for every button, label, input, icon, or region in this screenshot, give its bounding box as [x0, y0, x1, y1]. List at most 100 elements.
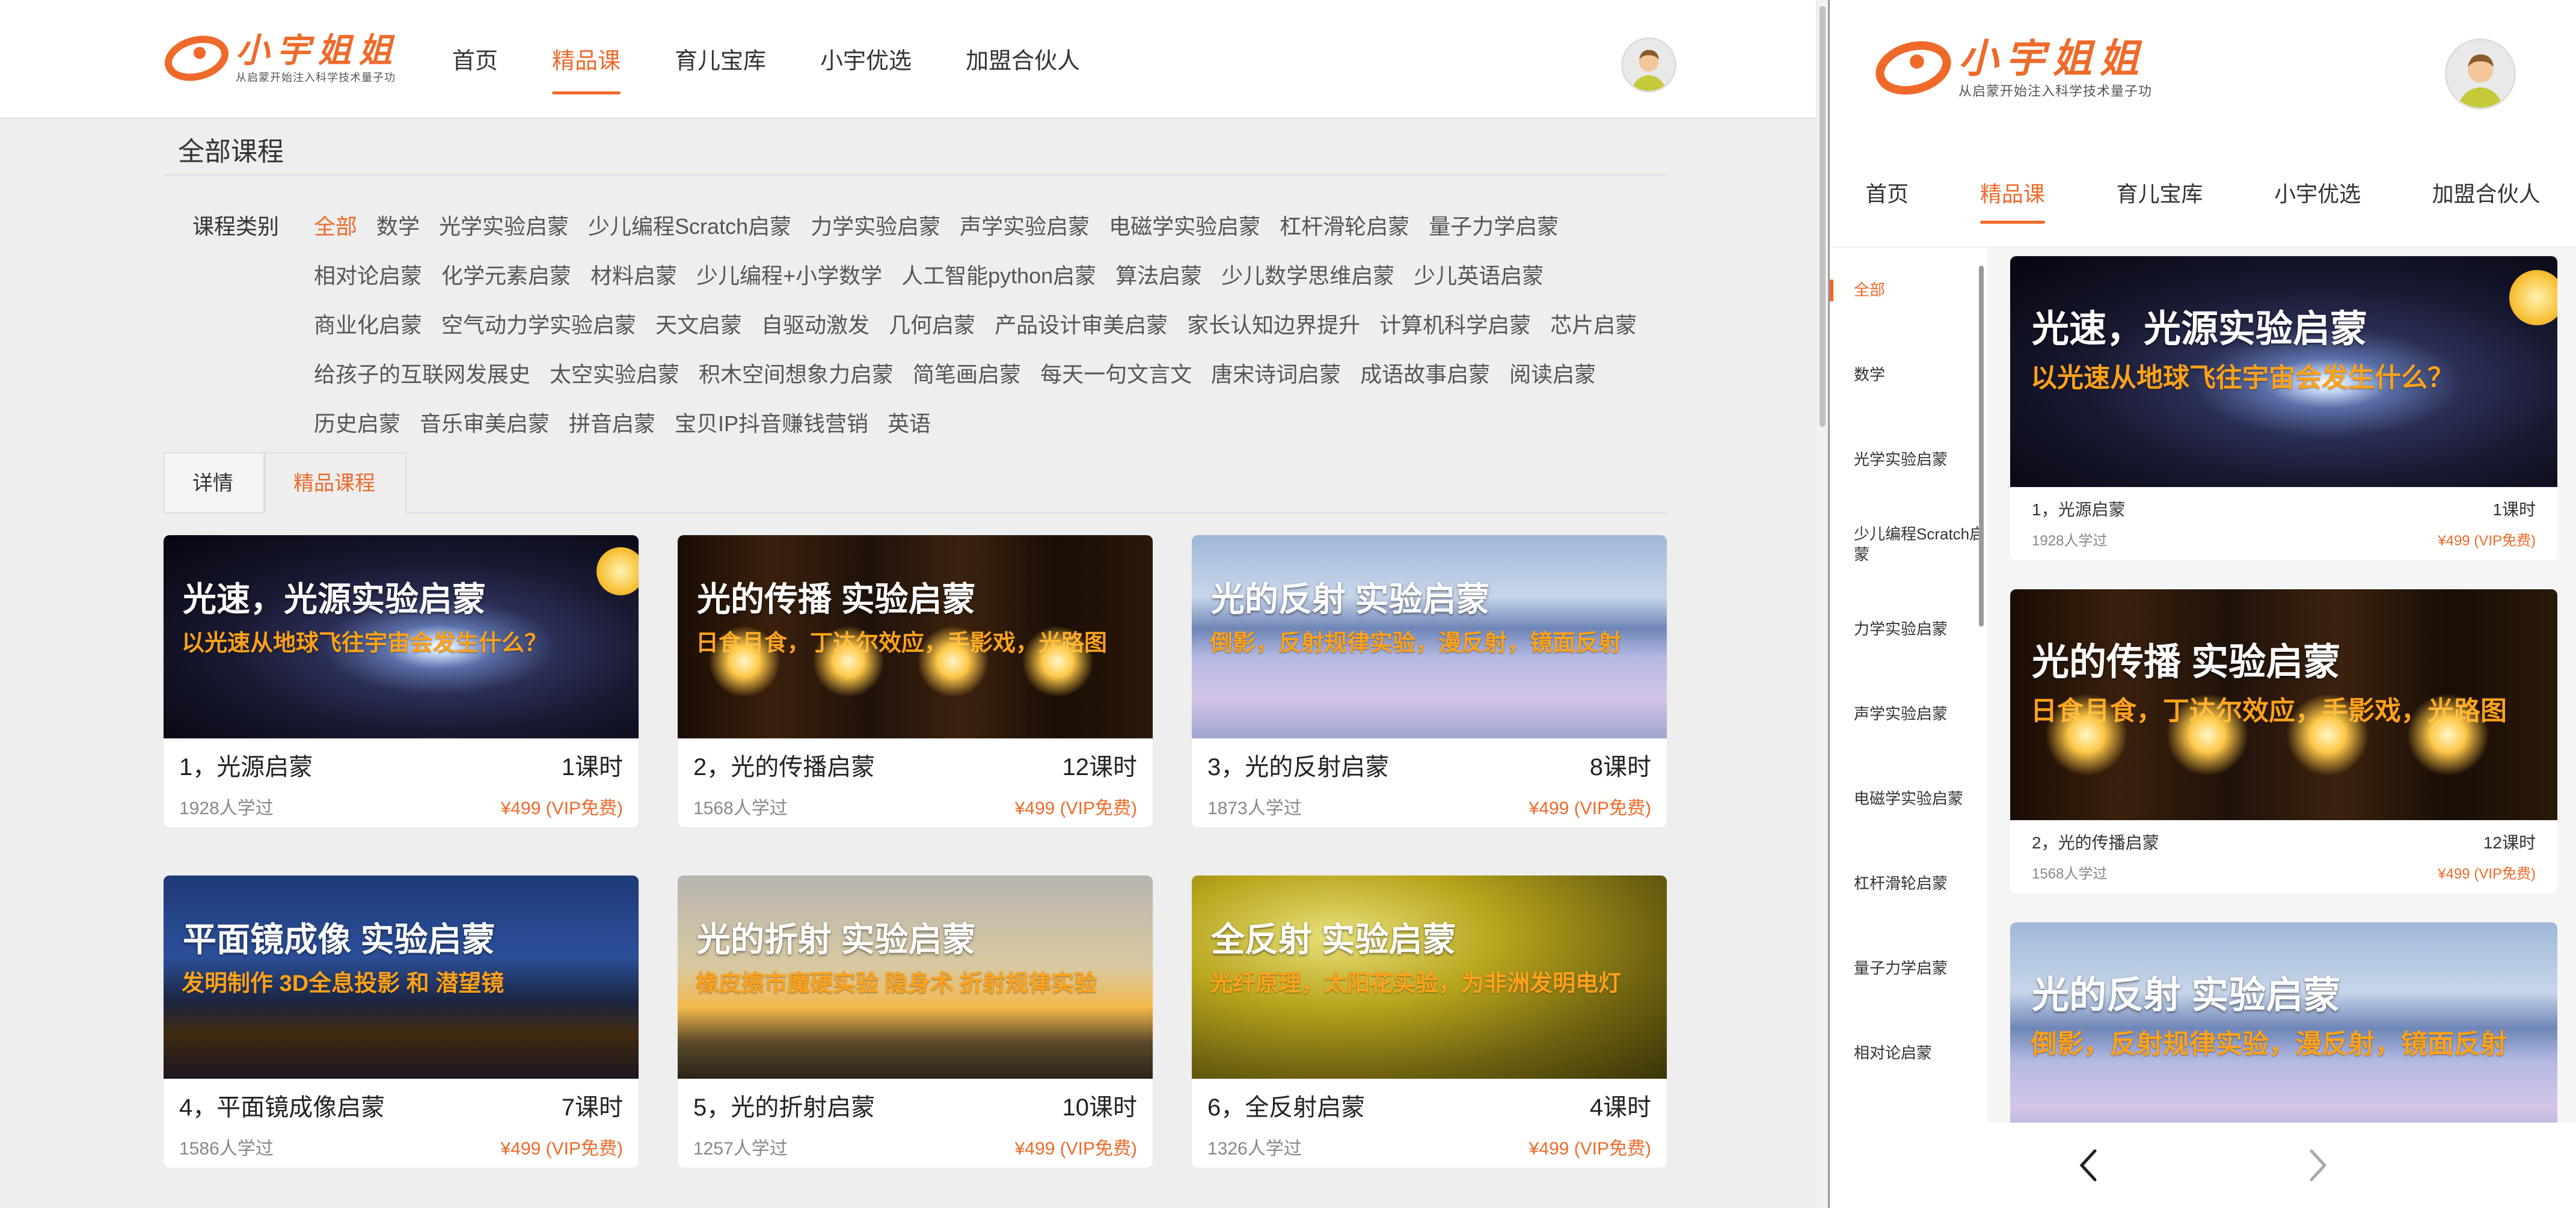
course-name[interactable]: 2，光的传播启蒙 [693, 747, 875, 782]
nav-courses[interactable]: 精品课 [552, 0, 621, 117]
sidebar-category-item[interactable]: 相对论启蒙 [1830, 1011, 1987, 1096]
mobile-course-card[interactable]: 光的传播 实验启蒙 日食月食，丁达尔效应，手影戏，光路图 2，光的传播启蒙 12课时 1… [2010, 589, 2557, 894]
category-item[interactable]: 音乐审美启蒙 [420, 399, 550, 449]
course-name[interactable]: 4，平面镜成像启蒙 [179, 1088, 385, 1123]
sidebar-category-item[interactable]: 全部 [1830, 248, 1987, 333]
category-item[interactable]: 光学实验启蒙 [439, 202, 569, 251]
course-thumbnail[interactable]: 平面镜成像 实验启蒙 发明制作 3D全息投影 和 潜望镜 [164, 875, 639, 1079]
course-thumbnail[interactable]: 全反射 实验启蒙 光纤原理，太阳花实验，为非洲发明电灯 [1192, 875, 1667, 1079]
category-item[interactable]: 算法启蒙 [1115, 251, 1202, 301]
category-item[interactable]: 计算机科学启蒙 [1379, 301, 1531, 350]
category-item[interactable]: 化学元素启蒙 [441, 251, 571, 301]
mobile-avatar[interactable] [2445, 38, 2516, 109]
nav-home[interactable]: 首页 [1865, 138, 1909, 247]
category-item[interactable]: 产品设计审美启蒙 [995, 301, 1168, 350]
course-lessons: 1课时 [561, 754, 623, 780]
category-item[interactable]: 阅读启蒙 [1509, 350, 1596, 399]
category-item[interactable]: 少儿数学思维启蒙 [1221, 251, 1394, 301]
category-item[interactable]: 宝贝IP抖音赚钱营销 [675, 399, 868, 449]
brand-name: 小宇姐姐 [236, 31, 399, 70]
category-item[interactable]: 给孩子的互联网发展史 [314, 350, 530, 399]
mobile-logo[interactable]: 小宇姐姐 从启蒙开始注入科学技术量子功 [1874, 29, 2152, 107]
category-item[interactable]: 空气动力学实验启蒙 [441, 301, 636, 350]
course-name[interactable]: 5，光的折射启蒙 [693, 1088, 875, 1123]
course-thumbnail[interactable]: 光的折射 实验启蒙 橡皮擦市魔硬实验 隐身术 折射规律实验 [678, 875, 1153, 1079]
course-name[interactable]: 2，光的传播启蒙 [2032, 830, 2159, 854]
prev-button[interactable] [2053, 1135, 2125, 1195]
category-item[interactable]: 相对论启蒙 [314, 251, 422, 301]
sidebar-category-item[interactable]: 光学实验启蒙 [1830, 417, 1987, 502]
category-item[interactable]: 英语 [888, 399, 931, 449]
category-item[interactable]: 历史启蒙 [314, 399, 400, 449]
category-item[interactable]: 数学 [376, 202, 420, 251]
nav-parenting[interactable]: 育儿宝库 [675, 0, 766, 117]
category-item[interactable]: 自驱动激发 [761, 301, 869, 350]
course-thumbnail[interactable]: 光的传播 实验启蒙 日食月食，丁达尔效应，手影戏，光路图 [678, 535, 1153, 738]
logo[interactable]: 小宇姐姐 从启蒙开始注入科学技术量子功 [164, 25, 399, 91]
course-name[interactable]: 3，光的反射启蒙 [1207, 747, 1389, 782]
category-item[interactable]: 少儿编程Scratch启蒙 [588, 202, 791, 251]
course-thumbnail[interactable]: 光速，光源实验启蒙 以光速从地球飞往宇宙会发生什么？ [2010, 256, 2557, 487]
avatar[interactable] [1621, 37, 1676, 93]
course-name[interactable]: 1，光源启蒙 [179, 747, 313, 782]
category-item[interactable]: 家长认知边界提升 [1187, 301, 1360, 350]
category-item[interactable]: 唐宋诗词启蒙 [1211, 350, 1341, 399]
thumbnail-subtitle: 光纤原理，太阳花实验，为非洲发明电灯 [1210, 971, 1622, 996]
nav-picks[interactable]: 小宇优选 [2274, 138, 2361, 247]
sidebar-category-item[interactable]: 声学实验启蒙 [1830, 672, 1987, 756]
category-item[interactable]: 太空实验启蒙 [550, 350, 679, 399]
nav-franchise[interactable]: 加盟合伙人 [966, 0, 1080, 117]
category-item[interactable]: 材料启蒙 [590, 251, 677, 301]
tab-featured-courses[interactable]: 精品课程 [265, 452, 406, 514]
nav-franchise[interactable]: 加盟合伙人 [2432, 138, 2541, 247]
sidebar-category-item[interactable]: 力学实验启蒙 [1830, 587, 1987, 672]
category-item[interactable]: 电磁学实验启蒙 [1109, 202, 1260, 251]
category-item[interactable]: 杠杆滑轮启蒙 [1280, 202, 1409, 251]
sidebar-category-item[interactable]: 数学 [1830, 333, 1987, 417]
nav-picks[interactable]: 小宇优选 [820, 0, 912, 117]
course-card[interactable]: 全反射 实验启蒙 光纤原理，太阳花实验，为非洲发明电灯 6，全反射启蒙 4课时 1326… [1192, 875, 1667, 1168]
next-button[interactable] [2281, 1135, 2354, 1195]
sidebar-category-item[interactable]: 量子力学启蒙 [1830, 926, 1987, 1011]
page-scrollbar[interactable] [1817, 0, 1828, 1208]
category-item[interactable]: 积木空间想象力启蒙 [699, 350, 894, 399]
nav-home[interactable]: 首页 [452, 0, 498, 117]
course-thumbnail[interactable]: 光的反射 实验启蒙 倒影，反射规律实验，漫反射，镜面反射 [2010, 922, 2557, 1123]
user-avatar-icon [2447, 40, 2514, 108]
category-item[interactable]: 人工智能python启蒙 [901, 251, 1096, 301]
course-thumbnail[interactable]: 光的传播 实验启蒙 日食月食，丁达尔效应，手影戏，光路图 [2010, 589, 2557, 820]
sidebar-category-item[interactable]: 少儿编程Scratch启蒙 [1830, 502, 1987, 587]
category-item[interactable]: 少儿编程+小学数学 [696, 251, 882, 301]
tab-details[interactable]: 详情 [164, 452, 265, 512]
course-thumbnail[interactable]: 光速，光源实验启蒙 以光速从地球飞往宇宙会发生什么？ [164, 535, 639, 738]
course-card[interactable]: 光的传播 实验启蒙 日食月食，丁达尔效应，手影戏，光路图 2，光的传播启蒙 12课时 1… [678, 535, 1153, 827]
category-item[interactable]: 芯片启蒙 [1550, 301, 1637, 350]
category-item[interactable]: 声学实验启蒙 [960, 202, 1090, 251]
course-card[interactable]: 光的反射 实验启蒙 倒影，反射规律实验，漫反射，镜面反射 3，光的反射启蒙 8课时 18… [1192, 535, 1667, 827]
course-name[interactable]: 6，全反射启蒙 [1207, 1088, 1365, 1123]
category-item[interactable]: 简笔画启蒙 [913, 350, 1021, 399]
sidebar-category-item[interactable]: 杠杆滑轮启蒙 [1830, 841, 1987, 926]
category-item[interactable]: 商业化启蒙 [314, 301, 422, 350]
category-item[interactable]: 力学实验启蒙 [811, 202, 940, 251]
nav-courses[interactable]: 精品课 [1980, 138, 2045, 247]
category-item[interactable]: 天文启蒙 [655, 301, 742, 350]
mobile-category-sidebar: 全部 数学 光学实验启蒙 少儿编程Scratch启蒙 力学实验启蒙 声学实验启蒙 电磁学实验… [1830, 248, 1987, 1123]
category-item[interactable]: 拼音启蒙 [569, 399, 655, 449]
course-name[interactable]: 1，光源启蒙 [2032, 497, 2126, 521]
sidebar-scrollbar[interactable] [1979, 266, 1984, 627]
sidebar-category-item[interactable]: 电磁学实验启蒙 [1830, 756, 1987, 841]
mobile-course-card[interactable]: 光的反射 实验启蒙 倒影，反射规律实验，漫反射，镜面反射 [2010, 922, 2557, 1123]
course-card[interactable]: 光速，光源实验启蒙 以光速从地球飞往宇宙会发生什么？ 1，光源启蒙 1课时 1928人学… [164, 535, 639, 827]
category-item[interactable]: 成语故事启蒙 [1360, 350, 1490, 399]
course-card[interactable]: 光的折射 实验启蒙 橡皮擦市魔硬实验 隐身术 折射规律实验 5，光的折射启蒙 10课时… [678, 875, 1153, 1168]
category-item[interactable]: 几何启蒙 [889, 301, 975, 350]
category-item[interactable]: 每天一句文言文 [1040, 350, 1192, 399]
course-card[interactable]: 平面镜成像 实验启蒙 发明制作 3D全息投影 和 潜望镜 4，平面镜成像启蒙 7课时 1… [164, 875, 639, 1168]
mobile-course-card[interactable]: 光速，光源实验启蒙 以光速从地球飞往宇宙会发生什么？ 1，光源启蒙 1课时 1928人学… [2010, 256, 2557, 560]
nav-parenting[interactable]: 育儿宝库 [2116, 138, 2203, 247]
category-item[interactable]: 少儿英语启蒙 [1414, 251, 1544, 301]
category-item[interactable]: 量子力学启蒙 [1429, 202, 1559, 251]
category-item[interactable]: 全部 [314, 202, 357, 251]
course-thumbnail[interactable]: 光的反射 实验启蒙 倒影，反射规律实验，漫反射，镜面反射 [1192, 535, 1667, 738]
